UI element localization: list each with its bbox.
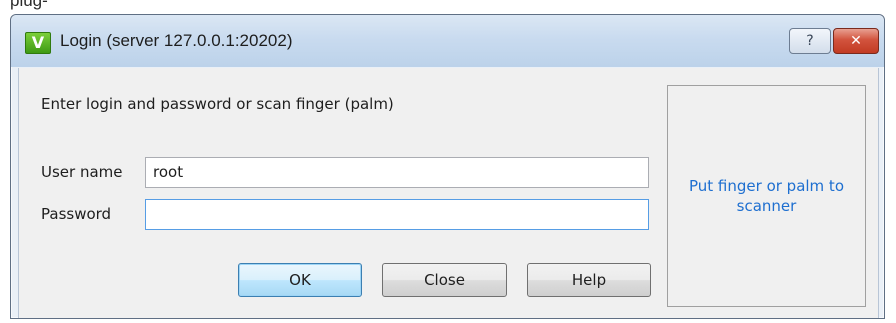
close-icon: ✕ [850, 33, 862, 49]
window-title: Login (server 127.0.0.1:20202) [60, 31, 293, 50]
password-label: Password [41, 205, 112, 223]
scanner-message: Put finger or palm to scanner [688, 177, 844, 215]
background-partial-text: plug- [10, 0, 48, 10]
question-mark-icon: ? [806, 33, 814, 49]
dialog-body: Enter login and password or scan finger … [18, 68, 879, 318]
username-label: User name [41, 163, 123, 181]
help-button[interactable]: Help [527, 263, 651, 297]
username-input[interactable]: root [145, 157, 649, 188]
scanner-panel: Put finger or palm to scanner [667, 85, 866, 307]
close-button[interactable]: Close [382, 263, 507, 297]
password-input[interactable] [145, 199, 649, 230]
title-help-button[interactable]: ? [789, 28, 831, 54]
login-dialog: V Login (server 127.0.0.1:20202) ? ✕ Ent… [10, 14, 885, 319]
title-close-button[interactable]: ✕ [833, 28, 879, 54]
app-icon: V [25, 32, 51, 54]
title-bar[interactable]: V Login (server 127.0.0.1:20202) ? ✕ [11, 15, 884, 67]
login-prompt: Enter login and password or scan finger … [41, 95, 394, 113]
ok-button[interactable]: OK [238, 263, 362, 297]
